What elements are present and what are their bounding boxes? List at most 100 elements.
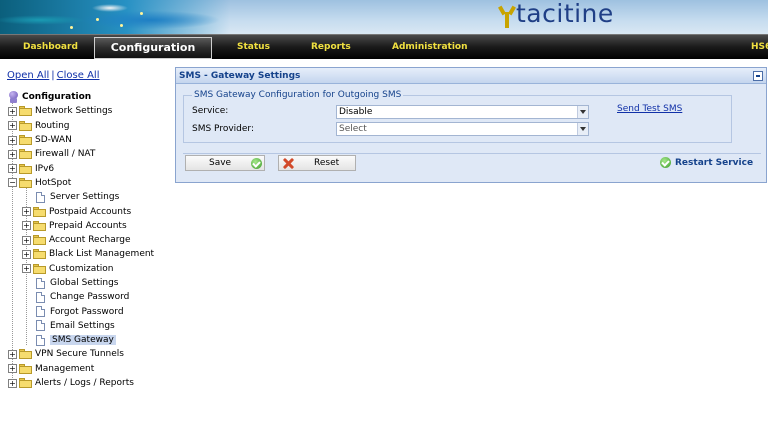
logo-text: tacitine — [516, 0, 614, 28]
panel-collapse-icon[interactable] — [753, 71, 763, 81]
folder-open-icon — [19, 177, 32, 188]
expand-icon[interactable]: + — [22, 221, 31, 231]
tree-item-label: Global Settings — [50, 278, 119, 288]
panel-header: SMS - Gateway Settings — [176, 68, 766, 84]
tree-item-label: Forgot Password — [50, 306, 124, 317]
tree-item-management[interactable]: + Management — [8, 362, 178, 376]
check-icon — [660, 157, 671, 168]
folder-icon — [19, 349, 32, 360]
sms-provider-label: SMS Provider: — [192, 124, 254, 134]
tree-item-alerts-logs-reports[interactable]: + Alerts / Logs / Reports — [8, 376, 178, 390]
nav-administration[interactable]: Administration — [392, 35, 468, 60]
logo-mark-icon — [498, 4, 516, 28]
collapse-icon[interactable]: − — [8, 178, 17, 188]
folder-icon — [19, 378, 32, 389]
nav-configuration[interactable]: Configuration — [94, 37, 212, 59]
expand-icon[interactable]: + — [8, 149, 17, 159]
tree-item-label: IPv6 — [35, 163, 55, 174]
tree-item-account-recharge[interactable]: + Account Recharge — [8, 233, 178, 247]
service-label: Service: — [192, 106, 229, 116]
globe-graphic — [0, 0, 230, 34]
chevron-down-icon[interactable] — [577, 123, 588, 135]
tree-item-label: Customization — [49, 263, 114, 274]
tree-item-label: Prepaid Accounts — [49, 220, 127, 231]
save-button[interactable]: Save — [185, 155, 265, 171]
expand-icon[interactable]: + — [8, 135, 17, 145]
expand-icon[interactable]: + — [22, 264, 31, 274]
tree-item-network-settings[interactable]: + Network Settings — [8, 104, 178, 118]
tree-item-vpn-secure-tunnels[interactable]: + VPN Secure Tunnels — [8, 347, 178, 361]
page-icon — [36, 291, 45, 303]
tree-item-label: Change Password — [50, 292, 130, 303]
open-all-link[interactable]: Open All — [7, 70, 49, 81]
check-icon — [251, 157, 262, 169]
chevron-down-icon[interactable] — [577, 106, 588, 118]
tree-item-label: Firewall / NAT — [35, 149, 96, 160]
page-icon — [36, 277, 45, 289]
folder-icon — [33, 206, 46, 217]
folder-icon — [19, 363, 32, 374]
nav-dashboard[interactable]: Dashboard — [23, 35, 78, 60]
folder-icon — [19, 106, 32, 117]
nav-status[interactable]: Status — [237, 35, 270, 60]
tree-item-label: Alerts / Logs / Reports — [35, 378, 134, 389]
tree-item-sd-wan[interactable]: + SD-WAN — [8, 133, 178, 147]
gateway-fieldset: SMS Gateway Configuration for Outgoing S… — [183, 90, 732, 143]
send-test-sms-link[interactable]: Send Test SMS — [617, 104, 682, 114]
tree-root-label: Configuration — [22, 92, 92, 103]
folder-icon — [19, 135, 32, 146]
tree-item-server-settings[interactable]: Server Settings — [8, 190, 178, 204]
tree-item-sms-gateway[interactable]: SMS Gateway — [8, 333, 178, 347]
folder-icon — [33, 235, 46, 246]
tree-item-label: HotSpot — [35, 177, 72, 188]
page-icon — [36, 320, 45, 332]
expand-icon[interactable]: + — [22, 249, 31, 259]
tree-item-firewall-nat[interactable]: + Firewall / NAT — [8, 147, 178, 161]
folder-icon — [19, 163, 32, 174]
tree-item-hotspot[interactable]: − HotSpot — [8, 176, 178, 190]
sms-provider-select[interactable]: Select — [336, 122, 589, 136]
sms-gateway-panel: SMS - Gateway Settings SMS Gateway Confi… — [175, 67, 767, 183]
tree-item-label: Network Settings — [35, 106, 113, 117]
nav-reports[interactable]: Reports — [311, 35, 351, 60]
folder-icon — [19, 120, 32, 131]
expand-icon[interactable]: + — [8, 364, 17, 374]
tree-item-change-password[interactable]: Change Password — [8, 290, 178, 304]
tree-item-forgot-password[interactable]: Forgot Password — [8, 304, 178, 318]
main-nav: Dashboard Configuration Status Reports A… — [0, 34, 768, 59]
expand-icon[interactable]: + — [8, 378, 17, 388]
folder-icon — [19, 149, 32, 160]
folder-icon — [33, 249, 46, 260]
tree-item-ipv6[interactable]: + IPv6 — [8, 161, 178, 175]
reset-button-label: Reset — [314, 158, 340, 168]
expand-icon[interactable]: + — [22, 207, 31, 217]
tree-root[interactable]: Configuration — [8, 90, 178, 104]
expand-icon[interactable]: + — [22, 235, 31, 245]
expand-icon[interactable]: + — [8, 106, 17, 116]
save-button-label: Save — [209, 158, 232, 168]
tree-item-label: Account Recharge — [49, 235, 131, 246]
expand-icon[interactable]: + — [8, 121, 17, 131]
tree-item-global-settings[interactable]: Global Settings — [8, 276, 178, 290]
fieldset-legend: SMS Gateway Configuration for Outgoing S… — [192, 90, 404, 100]
header-banner: tacitine — [0, 0, 768, 34]
tree-item-customization[interactable]: + Customization — [8, 262, 178, 276]
expand-icon[interactable]: + — [8, 349, 17, 359]
expand-icon[interactable]: + — [8, 164, 17, 174]
reset-button[interactable]: Reset — [278, 155, 356, 171]
tree-item-postpaid-accounts[interactable]: + Postpaid Accounts — [8, 204, 178, 218]
tree-item-label: VPN Secure Tunnels — [35, 349, 124, 360]
tree-item-prepaid-accounts[interactable]: + Prepaid Accounts — [8, 219, 178, 233]
tree-item-label: Routing — [35, 120, 70, 131]
restart-service-label: Restart Service — [675, 157, 754, 168]
nav-hs6[interactable]: HS6 — [751, 35, 768, 60]
tree-item-email-settings[interactable]: Email Settings — [8, 319, 178, 333]
links-separator: | — [51, 70, 55, 81]
tree-item-label-selected: SMS Gateway — [50, 335, 116, 346]
service-select[interactable]: Disable — [336, 105, 589, 119]
close-all-link[interactable]: Close All — [57, 70, 100, 81]
restart-service-button[interactable]: Restart Service — [660, 157, 753, 168]
tree-item-black-list-management[interactable]: + Black List Management — [8, 247, 178, 261]
tree-item-routing[interactable]: + Routing — [8, 119, 178, 133]
page-icon — [36, 191, 45, 203]
